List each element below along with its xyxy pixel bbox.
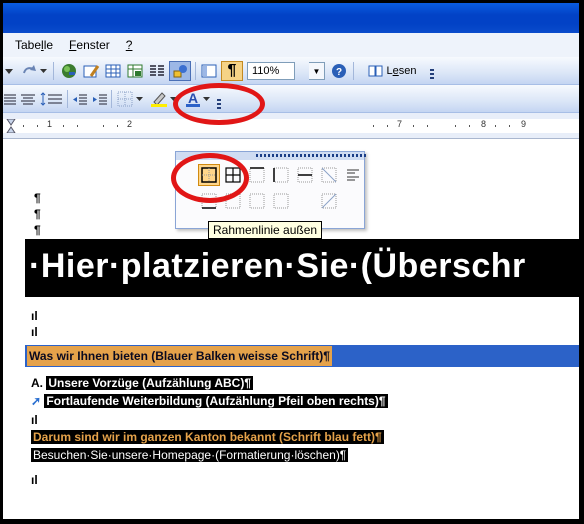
tooltip: Rahmenlinie außen xyxy=(208,221,323,239)
ruler-ticks xyxy=(6,118,510,134)
menu-help[interactable]: ? xyxy=(118,33,141,57)
small-mark: ıl xyxy=(31,309,38,323)
list-text-arrow: Fortlaufende Weiterbildung (Aufzählung P… xyxy=(44,394,388,408)
highlight-ring-borders-button xyxy=(173,83,265,125)
horizontal-ruler[interactable]: 1 2 7 8 9 xyxy=(3,113,579,139)
orange-text: Darum sind wir im ganzen Kanton bekannt … xyxy=(31,430,384,444)
paragraph-mark: ¶ xyxy=(34,223,41,237)
ruler-mark: 1 xyxy=(47,119,53,129)
left-border-icon[interactable] xyxy=(270,164,292,186)
ruler-mark: 7 xyxy=(397,119,403,129)
decrease-indent-icon[interactable] xyxy=(71,89,89,109)
title-bar xyxy=(3,3,579,33)
formatting-toolbar: A xyxy=(3,85,579,113)
ruler-mark: 8 xyxy=(481,119,487,129)
show-formatting-icon[interactable]: ¶ xyxy=(221,61,243,81)
word-window: Tabelle Fenster ? ¶ 110% ▼ ? Lesen A 1 2… xyxy=(3,3,579,519)
page-heading: ·Hier·platzieren·Sie·(Überschr xyxy=(29,247,526,285)
redo-icon[interactable] xyxy=(19,61,39,81)
ruler-mark: 2 xyxy=(127,119,133,129)
menu-bar: Tabelle Fenster ? xyxy=(3,33,579,57)
align-distributed-icon[interactable] xyxy=(19,89,37,109)
increase-indent-icon[interactable] xyxy=(91,89,109,109)
columns-icon[interactable] xyxy=(147,61,167,81)
hyperlink-icon[interactable] xyxy=(59,61,79,81)
redo-arrow-icon[interactable] xyxy=(39,61,49,81)
highlight-ring-outside-border xyxy=(171,153,249,203)
paragraph-mark: ¶ xyxy=(34,191,41,205)
standard-toolbar: ¶ 110% ▼ ? Lesen xyxy=(3,57,579,85)
inside-horizontal-border-icon[interactable] xyxy=(294,164,316,186)
zoom-value[interactable]: 110% xyxy=(247,62,295,80)
zoom-select[interactable]: 110% xyxy=(247,61,295,81)
chevron-down-icon xyxy=(135,97,143,101)
insert-table-icon[interactable] xyxy=(103,61,123,81)
plain-text-line: Besuchen·Sie·unsere·Homepage·(Formatieru… xyxy=(31,447,349,464)
tables-borders-icon[interactable] xyxy=(81,61,101,81)
list-item-abc: A. Unsere Vorzüge (Aufzählung ABC)¶ xyxy=(31,375,254,392)
list-marker-a: A. xyxy=(31,376,43,390)
horizontal-line-icon[interactable] xyxy=(342,164,364,186)
orange-text-line: Darum sind wir im ganzen Kanton bekannt … xyxy=(31,429,384,446)
diagonal-up-border-icon[interactable] xyxy=(318,190,340,212)
menu-tabelle[interactable]: Tabelle xyxy=(7,33,61,57)
list-item-arrow: ➚ Fortlaufende Weiterbildung (Aufzählung… xyxy=(31,393,388,410)
document-map-icon[interactable] xyxy=(199,61,219,81)
small-mark: ıl xyxy=(31,473,38,487)
chevron-down-icon[interactable]: ▼ xyxy=(309,62,325,80)
top-border-icon[interactable] xyxy=(246,164,268,186)
highlighter-icon xyxy=(151,92,167,107)
zoom-dropdown[interactable]: ▼ xyxy=(309,61,325,81)
arrow-bullet-icon: ➚ xyxy=(31,394,42,408)
drawing-icon[interactable] xyxy=(169,61,191,81)
line-spacing-icon[interactable] xyxy=(39,89,65,109)
redo-dropdown-icon[interactable] xyxy=(3,61,17,81)
small-mark: ıl xyxy=(31,413,38,427)
borders-button[interactable] xyxy=(115,89,145,109)
book-icon xyxy=(368,65,382,77)
right-border-icon[interactable] xyxy=(270,190,292,212)
insert-excel-icon[interactable] xyxy=(125,61,145,81)
paragraph-mark: ¶ xyxy=(34,207,41,221)
heading-line-offer: Was wir Ihnen bieten (Blauer Balken weis… xyxy=(27,346,332,366)
help-icon[interactable]: ? xyxy=(329,61,349,81)
ruler-mark: 9 xyxy=(521,119,527,129)
read-button[interactable]: Lesen xyxy=(359,61,425,81)
plain-text: Besuchen·Sie·unsere·Homepage·(Formatieru… xyxy=(31,448,349,462)
screenshot-frame: Tabelle Fenster ? ¶ 110% ▼ ? Lesen A 1 2… xyxy=(0,0,584,524)
svg-text:?: ? xyxy=(336,67,342,78)
diagonal-down-border-icon[interactable] xyxy=(318,164,340,186)
inside-border-icon[interactable] xyxy=(246,190,268,212)
align-justify-icon[interactable] xyxy=(3,89,17,109)
ruler-strip: 1 2 7 8 9 xyxy=(3,118,579,134)
heading-block: ·Hier·platzieren·Sie·(Überschr xyxy=(25,239,579,297)
menu-fenster[interactable]: Fenster xyxy=(61,33,118,57)
list-text-a: Unsere Vorzüge (Aufzählung ABC)¶ xyxy=(46,376,254,390)
small-mark: ıl xyxy=(31,325,38,339)
